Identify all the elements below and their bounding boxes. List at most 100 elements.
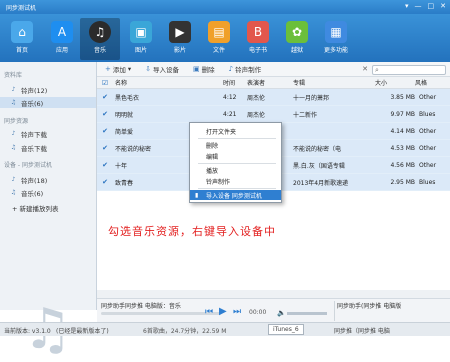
more-icon: ▦ <box>325 21 347 43</box>
toolbar-label: 图片 <box>134 47 147 54</box>
play-time: 00:00 <box>249 309 267 316</box>
sidebar-item-label: 音乐下载 <box>21 144 47 153</box>
menu-item-delete[interactable]: 删除 <box>190 140 281 150</box>
sidebar-section-device: 设备 - 同步测试机 <box>4 162 52 169</box>
song-size: 2.95 MB <box>390 178 415 186</box>
menu-divider <box>198 188 276 189</box>
toolbar-home-button[interactable]: ⌂ 首页 <box>2 18 42 60</box>
row-checkbox[interactable]: ✔ <box>101 144 109 152</box>
song-time: 4:12 <box>223 93 237 101</box>
column-header-name[interactable]: 名称 <box>115 77 205 88</box>
import-device-button[interactable]: ⇩ 导入设备 <box>145 64 179 74</box>
search-box[interactable]: ⌕ <box>372 65 446 75</box>
sidebar-item-library-music[interactable]: ♫ 音乐(6) <box>0 97 96 108</box>
itunes-tab[interactable]: iTunes_6 <box>268 324 304 335</box>
toolbar-apps-button[interactable]: A 应用 <box>42 18 82 60</box>
toolbar-label: 越狱 <box>290 47 303 54</box>
status-bar: 当前版本: v3.1.0 (已经是最新版本了) 6首歌曲，24.7分钟，22.5… <box>0 322 450 336</box>
window-controls: ▾ — □ ✕ <box>405 2 446 10</box>
prev-icon[interactable]: ⏮ <box>205 307 213 317</box>
home-icon: ⌂ <box>11 21 33 43</box>
toolbar-files-button[interactable]: ▤ 文件 <box>199 18 239 60</box>
volume-slider[interactable] <box>287 312 327 315</box>
sidebar-item-label: 音乐(6) <box>21 99 44 108</box>
ringtone-label: 铃声制作 <box>235 66 262 74</box>
song-artist: 周杰伦 <box>247 111 266 119</box>
sidebar-item-label: 音乐(6) <box>21 189 44 198</box>
sidebar-item-library-ringtones[interactable]: ♪ 铃声(12) <box>0 84 96 95</box>
new-playlist-button[interactable]: + 新建播放列表 <box>0 202 96 213</box>
next-icon[interactable]: ⏭ <box>233 307 241 317</box>
maximize-icon[interactable]: □ <box>428 2 435 10</box>
sidebar-item-device-ringtones[interactable]: ♪ 铃声(18) <box>0 174 96 185</box>
files-icon: ▤ <box>208 21 230 43</box>
row-checkbox[interactable]: ✔ <box>101 127 109 135</box>
import-icon: ⇩ <box>145 65 152 73</box>
song-name: 明明就 <box>115 111 134 119</box>
minimize-icon[interactable]: — <box>415 2 422 10</box>
delete-button[interactable]: ▣ 删除 <box>193 64 215 74</box>
sidebar-item-label: 铃声(12) <box>21 86 48 95</box>
dropdown-icon[interactable]: ▾ <box>405 2 409 10</box>
song-genre: Blues <box>419 178 436 186</box>
row-checkbox[interactable]: ✔ <box>101 110 109 118</box>
update-status: (已经是最新版本了) <box>56 328 109 335</box>
add-button[interactable]: + 添加 ▾ <box>105 64 131 74</box>
delete-label: 删除 <box>201 66 215 74</box>
toolbar-movies-button[interactable]: ▶ 影片 <box>160 18 200 60</box>
toolbar-label: 电子书 <box>248 47 267 54</box>
column-header-time[interactable]: 时间 <box>223 77 247 88</box>
play-icon[interactable]: ▶ <box>219 306 227 317</box>
song-size: 9.97 MB <box>390 110 415 118</box>
sidebar-item-device-music[interactable]: ♫ 音乐(6) <box>0 187 96 198</box>
search-input[interactable] <box>380 67 441 73</box>
search-icon: ⌕ <box>375 65 379 74</box>
menu-item-edit[interactable]: 编辑 <box>190 151 281 161</box>
sidebar-item-ringtone-download[interactable]: ♪ 铃声下载 <box>0 128 96 139</box>
table-row[interactable]: ✔ 明明就 4:21 周杰伦 十二新作 9.97 MB Blues <box>97 106 450 123</box>
toolbar-label: 首页 <box>15 47 28 54</box>
volume-icon[interactable]: 🔈 <box>277 309 286 317</box>
row-checkbox[interactable]: ✔ <box>101 93 109 101</box>
select-all-checkbox[interactable]: ☑ <box>101 79 109 87</box>
menu-item-open-folder[interactable]: 打开文件夹 <box>190 126 281 136</box>
ringtone-maker-button[interactable]: ♪ 铃声制作 <box>229 64 261 74</box>
sidebar-item-music-download[interactable]: ♫ 音乐下载 <box>0 142 96 153</box>
main-toolbar: ⌂ 首页 A 应用 ♫ 音乐 ▣ 图片 ▶ 影片 ▤ 文件 B 电子书 ✿ 越狱… <box>0 14 450 62</box>
song-genre: Other <box>419 161 437 169</box>
column-header-genre[interactable]: 风格 <box>415 77 445 88</box>
ebook-icon: B <box>247 21 269 43</box>
horizontal-scrollbar[interactable] <box>97 290 450 298</box>
toolbar-more-button[interactable]: ▦ 更多功能 <box>316 18 356 60</box>
menu-item-play[interactable]: 播放 <box>190 165 281 175</box>
toolbar-music-button[interactable]: ♫ 音乐 <box>80 18 120 60</box>
window-title: 同步测试机 <box>6 5 37 12</box>
status-right-text: 同步推（同步推 电脑 <box>334 328 390 335</box>
close-icon[interactable]: ✕ <box>440 2 446 10</box>
toolbar-pictures-button[interactable]: ▣ 图片 <box>121 18 161 60</box>
column-header-album[interactable]: 专辑 <box>293 77 369 88</box>
clear-icon[interactable]: ✕ <box>362 65 368 73</box>
music-icon: ♫ <box>89 21 111 43</box>
pictures-icon: ▣ <box>130 21 152 43</box>
toolbar-jailbreak-button[interactable]: ✿ 越狱 <box>277 18 317 60</box>
plus-icon: + <box>105 65 111 73</box>
instruction-annotation: 勾选音乐资源，右键导入设备中 <box>108 225 276 238</box>
toolbar-ebook-button[interactable]: B 电子书 <box>238 18 278 60</box>
progress-slider[interactable] <box>101 312 221 315</box>
menu-divider <box>198 163 276 164</box>
toolbar-label: 更多功能 <box>323 47 348 54</box>
menu-item-import-to-device[interactable]: ▮ 导入设备 同步测试机 <box>190 190 281 200</box>
sidebar-item-label: 铃声下载 <box>21 130 47 139</box>
row-checkbox[interactable]: ✔ <box>101 161 109 169</box>
add-label: 添加 <box>112 66 126 74</box>
sidebar-section-sync: 同步资源 <box>4 118 29 125</box>
right-panel-label: 同步助手(同步推 电脑版 <box>337 303 402 310</box>
menu-item-ringtone-maker[interactable]: 铃声制作 <box>190 176 281 186</box>
song-album: 十一月的萧邦 <box>293 94 330 102</box>
table-row[interactable]: ✔ 黑色毛衣 4:12 周杰伦 十一月的萧邦 3.85 MB Other <box>97 89 450 106</box>
row-checkbox[interactable]: ✔ <box>101 178 109 186</box>
column-header-artist[interactable]: 表演者 <box>247 77 293 88</box>
column-header-size[interactable]: 大小 <box>375 77 387 88</box>
song-album: 十二新作 <box>293 111 318 119</box>
